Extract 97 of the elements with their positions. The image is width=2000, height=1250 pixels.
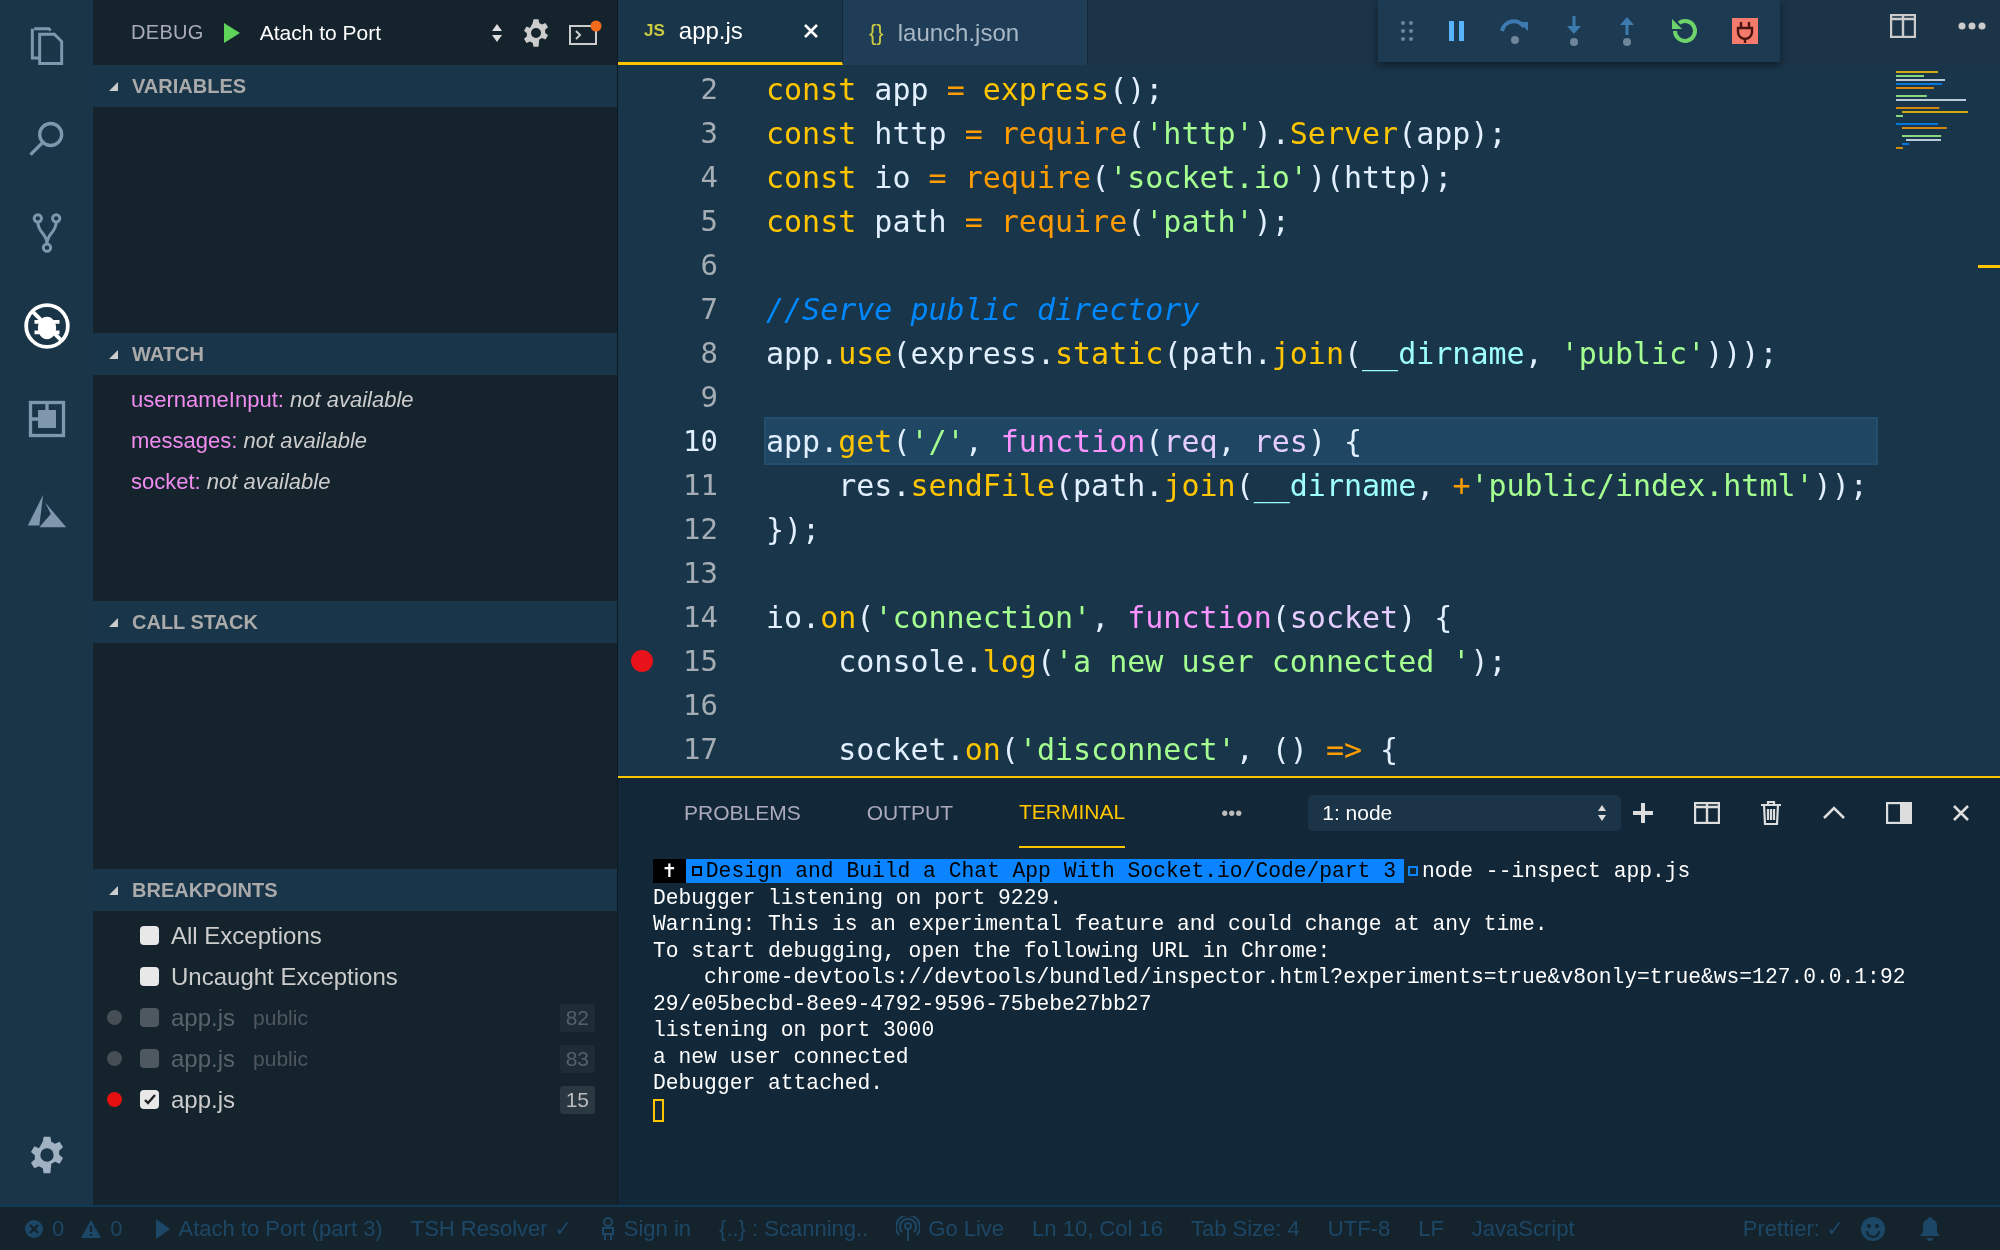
plus-icon[interactable]	[1632, 802, 1654, 824]
line-number-badge: 15	[559, 1085, 595, 1114]
collapse-triangle-icon[interactable]	[109, 349, 118, 359]
breakpoint-label[interactable]: Uncaught Exceptions	[171, 962, 398, 991]
updown-icon[interactable]	[1597, 804, 1608, 822]
panel-layout-icon[interactable]	[1886, 802, 1912, 824]
line-number: 15	[682, 644, 718, 678]
settings-icon[interactable]	[521, 17, 551, 48]
section-title: WATCH	[132, 342, 204, 366]
split-editor-icon[interactable]	[1890, 14, 1916, 38]
more-icon[interactable]	[1958, 22, 1986, 30]
more-actions[interactable]: •••	[1221, 801, 1243, 825]
terminal-output-line: To start debugging, open the following URL in Chrome:	[653, 937, 1332, 964]
terminal-select[interactable]: 1: node	[1308, 795, 1622, 831]
code-line: console.log('a new user connected ');	[837, 642, 1508, 681]
terminal-cursor	[653, 1098, 664, 1122]
scrollbar-marker	[1978, 265, 2000, 268]
section-title: VARIABLES	[132, 74, 247, 98]
terminal-output-line: 29/e05becbd-8ee9-4792-9596-75bebe27bb27	[653, 990, 1153, 1017]
line-number: 8	[699, 336, 718, 370]
line-number: 10	[682, 424, 718, 458]
breakpoint-label[interactable]: All Exceptions	[171, 921, 322, 950]
panel-tab[interactable]: PROBLEMS	[684, 778, 801, 848]
code-line: socket.on('disconnect', () => {	[837, 730, 1400, 769]
line-number: 16	[682, 688, 718, 722]
code-line: const app = express();	[766, 70, 1165, 109]
debug-console-icon[interactable]	[569, 18, 603, 47]
terminal-output-line: Warning: This is an experimental feature and could change at any time.	[653, 911, 1549, 938]
prompt-path: Design and Build a Chat App With Socket.io/Code/part 3	[685, 859, 1404, 884]
code-line: app.use(express.static(path.join(__dirname, 'public')));	[766, 334, 1779, 374]
prompt-separator-icon	[1407, 866, 1418, 877]
code-line: const http = require('http').Server(app);	[766, 114, 1508, 153]
restart-icon[interactable]	[1669, 16, 1700, 46]
trash-icon[interactable]	[1760, 800, 1782, 826]
code-line: res.sendFile(path.join(__dirname, +'public/index.html'));	[837, 466, 1869, 506]
line-number: 5	[699, 204, 718, 238]
collapse-triangle-icon[interactable]	[109, 617, 118, 627]
breakpoint-icon[interactable]	[631, 650, 653, 672]
watch-expression[interactable]: socket: not available	[131, 468, 331, 495]
file-type-label: JS	[644, 21, 665, 41]
checkbox[interactable]	[140, 1008, 159, 1027]
plug-icon[interactable]	[1731, 18, 1758, 44]
start-debugging-icon[interactable]	[221, 20, 242, 45]
section-title: CALL STACK	[132, 610, 258, 634]
terminal-output-line: chrome-devtools://devtools/bundled/inspector.html?experiments=true&v8only=true&ws=127.0.0.1:92	[703, 964, 1907, 991]
close-icon[interactable]	[1952, 804, 1970, 822]
section-header[interactable]: WATCH	[93, 333, 617, 375]
section-header[interactable]: VARIABLES	[93, 65, 617, 107]
line-number: 11	[682, 468, 718, 502]
line-number: 17	[682, 732, 718, 766]
code-line: const io = require('socket.io')(http);	[766, 158, 1454, 197]
line-number: 12	[682, 512, 718, 546]
panel-tab[interactable]: TERMINAL	[1019, 778, 1126, 848]
debug-title: DEBUG	[131, 21, 204, 44]
line-number: 7	[699, 292, 718, 326]
editor-tab[interactable]: JS app.js	[618, 0, 843, 65]
line-number: 9	[699, 380, 718, 414]
checkbox[interactable]	[140, 1090, 159, 1109]
collapse-triangle-icon[interactable]	[109, 885, 118, 895]
line-number: 2	[699, 72, 718, 106]
line-number: 3	[699, 116, 718, 150]
watch-expression[interactable]: usernameInput: not available	[131, 386, 414, 413]
section-header[interactable]: CALL STACK	[93, 601, 617, 643]
code-line: });	[766, 510, 822, 549]
panel-tab[interactable]: OUTPUT	[866, 778, 954, 848]
line-number: 13	[682, 556, 718, 590]
launch-configuration-select[interactable]: Atach to Port	[259, 20, 473, 45]
split-terminal-icon[interactable]	[1694, 802, 1720, 824]
terminal-command: node --inspect app.js	[1421, 858, 1691, 885]
breakpoint-label[interactable]: app.js	[171, 1085, 236, 1114]
file-type-label: {}	[869, 19, 884, 46]
breakpoint-path: public	[253, 1046, 308, 1071]
code-line: const path = require('path');	[766, 202, 1291, 241]
caret-up-icon[interactable]	[1822, 806, 1846, 820]
section-header[interactable]: BREAKPOINTS	[93, 869, 617, 911]
collapse-triangle-icon[interactable]	[109, 81, 118, 91]
checkbox[interactable]	[140, 1049, 159, 1068]
editor-tab[interactable]: {} launch.json	[843, 0, 1088, 65]
terminal-output-line: listening on port 3000	[653, 1017, 936, 1044]
minimap-drawing[interactable]	[1896, 71, 1968, 151]
code-line: //Serve public directory	[766, 290, 1201, 329]
section-title: BREAKPOINTS	[132, 878, 278, 902]
terminal-output-line: Debugger attached.	[653, 1070, 885, 1097]
line-number: 14	[682, 600, 718, 634]
checkbox[interactable]	[140, 967, 159, 986]
code-line: io.on('connection', function(socket) {	[766, 598, 1454, 637]
breakpoint-path: public	[253, 1005, 308, 1030]
line-number: 6	[699, 248, 718, 282]
prompt-symbol: ✝	[653, 859, 686, 884]
checkbox[interactable]	[140, 926, 159, 945]
drag-handle-icon[interactable]	[1400, 20, 1415, 42]
line-number: 4	[699, 160, 718, 194]
watch-expression[interactable]: messages: not available	[131, 427, 368, 454]
terminal-output-line: a new user connected	[653, 1043, 910, 1070]
pause-icon[interactable]	[1446, 19, 1467, 43]
terminal-output-line: Debugger listening on port 9229.	[653, 884, 1063, 911]
debug-icon[interactable]	[21, 300, 72, 351]
